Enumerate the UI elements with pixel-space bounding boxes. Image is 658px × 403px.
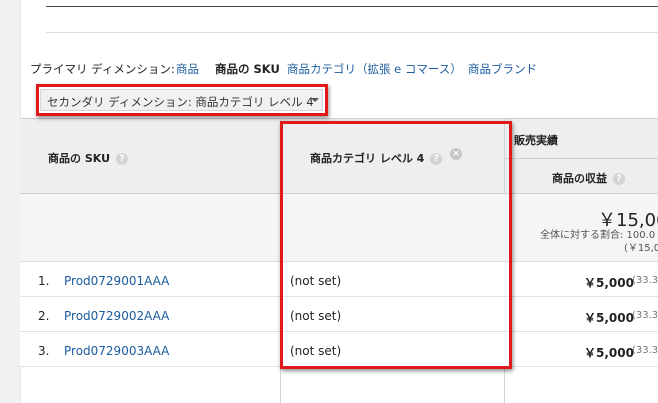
row-index: 2. [38, 309, 50, 323]
table-row: 3. Prod0729003AAA (not set) ￥5,000 (33.3 [20, 332, 658, 367]
revenue-value: ￥5,000 [584, 276, 634, 290]
category-value: (not set) [290, 309, 342, 323]
total-overall: (￥15,00 [624, 243, 658, 254]
row-index: 1. [38, 274, 50, 288]
sku-link[interactable]: Prod0729003AAA [64, 344, 169, 358]
revenue-percent: (33.3 [632, 310, 658, 321]
remove-secondary-dimension-icon[interactable]: × [450, 148, 462, 160]
help-icon[interactable]: ? [613, 173, 625, 185]
column-header-revenue-label: 商品の収益 [552, 172, 607, 185]
column-header-category-label: 商品カテゴリ レベル 4 [310, 152, 425, 165]
category-value: (not set) [290, 274, 342, 288]
category-value: (not set) [290, 344, 342, 358]
revenue-value: ￥5,000 [584, 346, 634, 360]
column-header-sku[interactable]: 商品の SKU? [48, 150, 129, 166]
header-group-divider [504, 158, 658, 159]
primary-dimension-option-brand[interactable]: 商品ブランド [468, 61, 537, 77]
column-header-revenue[interactable]: 商品の収益? [552, 170, 625, 186]
column-header-sku-label: 商品の SKU [48, 152, 111, 165]
column-header-category[interactable]: 商品カテゴリ レベル 4? [310, 150, 443, 166]
secondary-dimension-dropdown[interactable]: セカンダリ ディメンション: 商品カテゴリ レベル 4 [40, 89, 323, 111]
primary-dimension-option-sku[interactable]: 商品の SKU [215, 61, 280, 77]
sku-link[interactable]: Prod0729001AAA [64, 274, 169, 288]
chevron-down-icon [311, 98, 319, 102]
primary-dimension-option-category[interactable]: 商品カテゴリ（拡張 e コマース） [287, 61, 462, 77]
help-icon[interactable]: ? [430, 153, 443, 165]
help-icon[interactable]: ? [116, 153, 129, 165]
primary-dimension-label: プライマリ ディメンション: [30, 62, 175, 76]
sku-link[interactable]: Prod0729002AAA [64, 309, 169, 323]
primary-dimension-option-product[interactable]: 商品 [176, 61, 199, 77]
left-rail [0, 0, 21, 403]
secondary-dimension-label: セカンダリ ディメンション: 商品カテゴリ レベル 4 [47, 95, 314, 109]
table-row: 2. Prod0729002AAA (not set) ￥5,000 (33.3 [20, 297, 658, 332]
column-group-sales: 販売実績 [514, 134, 558, 147]
table-row: 1. Prod0729001AAA (not set) ￥5,000 (33.3 [20, 262, 658, 297]
revenue-percent: (33.3 [632, 275, 658, 286]
row-index: 3. [38, 344, 50, 358]
section-divider [46, 32, 658, 33]
revenue-percent: (33.3 [632, 345, 658, 356]
revenue-value: ￥5,000 [584, 311, 634, 325]
top-divider [46, 6, 658, 7]
report-table: 商品の SKU? 商品カテゴリ レベル 4? × 販売実績 商品の収益? ￥15… [20, 118, 658, 403]
